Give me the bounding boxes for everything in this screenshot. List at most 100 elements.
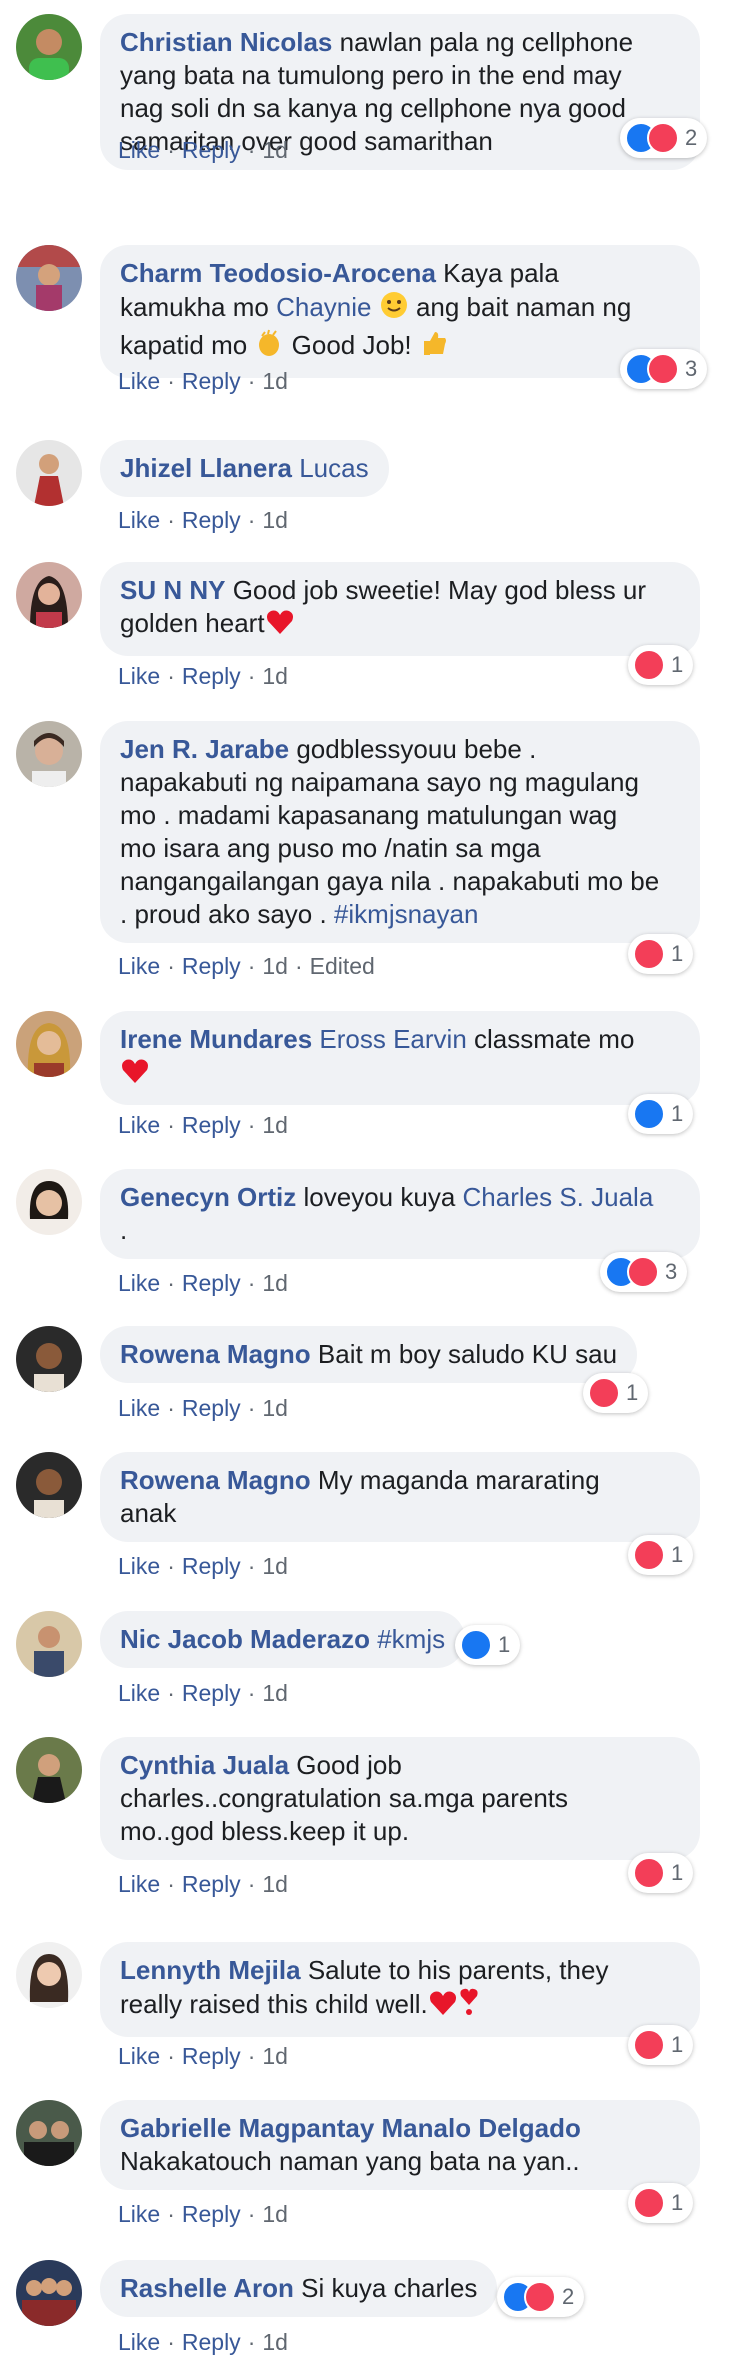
like-link[interactable]: Like: [118, 1112, 160, 1138]
reaction-summary[interactable]: 1: [628, 1094, 694, 1134]
reply-link[interactable]: Reply: [182, 1270, 241, 1296]
reaction-summary[interactable]: 1: [628, 1853, 694, 1893]
avatar[interactable]: [16, 2260, 82, 2326]
reaction-summary[interactable]: 1: [455, 1625, 521, 1665]
like-link[interactable]: Like: [118, 1270, 160, 1296]
reply-link[interactable]: Reply: [182, 2329, 241, 2355]
mention-link[interactable]: Chaynie: [276, 292, 371, 322]
like-link[interactable]: Like: [118, 1871, 160, 1897]
like-link[interactable]: Like: [118, 1680, 160, 1706]
avatar[interactable]: [16, 245, 82, 311]
avatar[interactable]: [16, 1611, 82, 1677]
reply-link[interactable]: Reply: [182, 1553, 241, 1579]
reaction-summary[interactable]: 1: [628, 2183, 694, 2223]
commenter-name[interactable]: Rowena Magno: [120, 1339, 311, 1369]
reaction-summary[interactable]: 3: [620, 349, 708, 389]
mention-link[interactable]: Charles S. Juala: [463, 1182, 654, 1212]
timestamp[interactable]: 1d: [262, 1871, 288, 1897]
reaction-summary[interactable]: 2: [497, 2277, 585, 2317]
timestamp[interactable]: 1d: [262, 507, 288, 533]
hashtag-link[interactable]: #kmjs: [377, 1624, 445, 1654]
avatar[interactable]: [16, 1942, 82, 2008]
commenter-name[interactable]: Lennyth Mejila: [120, 1955, 301, 1985]
like-link[interactable]: Like: [118, 953, 160, 979]
like-link[interactable]: Like: [118, 1395, 160, 1421]
avatar[interactable]: [16, 14, 82, 80]
commenter-name[interactable]: Genecyn Ortiz: [120, 1182, 296, 1212]
timestamp[interactable]: 1d: [262, 137, 288, 163]
timestamp[interactable]: 1d: [262, 2201, 288, 2227]
hashtag-link[interactable]: #ikmjsnayan: [334, 899, 479, 929]
reply-link[interactable]: Reply: [182, 953, 241, 979]
comment-text: nawlan pala ng cellphone: [339, 27, 634, 57]
timestamp[interactable]: 1d: [262, 1270, 288, 1296]
avatar[interactable]: [16, 1011, 82, 1077]
timestamp[interactable]: 1d: [262, 2043, 288, 2069]
avatar[interactable]: [16, 562, 82, 628]
reply-link[interactable]: Reply: [182, 663, 241, 689]
reply-link[interactable]: Reply: [182, 507, 241, 533]
timestamp[interactable]: 1d: [262, 1553, 288, 1579]
reaction-summary[interactable]: 2: [620, 118, 708, 158]
like-link[interactable]: Like: [118, 1553, 160, 1579]
reaction-summary[interactable]: 1: [628, 645, 694, 685]
timestamp[interactable]: 1d: [262, 1680, 288, 1706]
commenter-name[interactable]: Rowena Magno: [120, 1465, 311, 1495]
reaction-summary[interactable]: 1: [628, 934, 694, 974]
like-link[interactable]: Like: [118, 368, 160, 394]
reaction-summary[interactable]: 1: [583, 1373, 649, 1413]
avatar[interactable]: [16, 1169, 82, 1235]
reaction-summary[interactable]: 1: [628, 2025, 694, 2065]
commenter-name[interactable]: Gabrielle Magpantay Manalo Delgado: [120, 2113, 581, 2143]
avatar[interactable]: [16, 2100, 82, 2166]
reply-link[interactable]: Reply: [182, 1395, 241, 1421]
commenter-name[interactable]: Rashelle Aron: [120, 2273, 294, 2303]
timestamp[interactable]: 1d: [262, 368, 288, 394]
reply-link[interactable]: Reply: [182, 2201, 241, 2227]
timestamp[interactable]: 1d: [262, 1395, 288, 1421]
commenter-name[interactable]: Irene Mundares: [120, 1024, 312, 1054]
reply-link[interactable]: Reply: [182, 1680, 241, 1706]
mention-link[interactable]: Lucas: [299, 453, 368, 483]
mention-link[interactable]: Eross Earvin: [319, 1024, 466, 1054]
timestamp[interactable]: 1d: [262, 1112, 288, 1138]
like-link[interactable]: Like: [118, 137, 160, 163]
edited-label[interactable]: Edited: [310, 953, 375, 979]
comment-text: mo . madami kapasanang matulungan wag: [120, 800, 618, 830]
avatar[interactable]: [16, 721, 82, 787]
reply-link[interactable]: Reply: [182, 137, 241, 163]
commenter-name[interactable]: Christian Nicolas: [120, 27, 332, 57]
timestamp[interactable]: 1d: [262, 953, 288, 979]
commenter-name[interactable]: SU N NY: [120, 575, 225, 605]
reply-link[interactable]: Reply: [182, 1112, 241, 1138]
reply-link[interactable]: Reply: [182, 368, 241, 394]
love-icon: [633, 2187, 665, 2219]
commenter-name[interactable]: Nic Jacob Maderazo: [120, 1624, 370, 1654]
comment-text: .: [120, 1215, 128, 1245]
avatar[interactable]: [16, 1737, 82, 1803]
reply-link[interactable]: Reply: [182, 1871, 241, 1897]
commenter-name[interactable]: Jen R. Jarabe: [120, 734, 289, 764]
like-link[interactable]: Like: [118, 663, 160, 689]
reaction-count: 1: [671, 1542, 684, 1567]
timestamp[interactable]: 1d: [262, 2329, 288, 2355]
commenter-name[interactable]: Cynthia Juala: [120, 1750, 289, 1780]
comment-bubble: Rowena Magno My maganda mararating anak: [100, 1452, 700, 1542]
comment-text: Kaya pala: [443, 258, 559, 288]
avatar[interactable]: [16, 1452, 82, 1518]
like-link[interactable]: Like: [118, 2201, 160, 2227]
like-link[interactable]: Like: [118, 2329, 160, 2355]
commenter-name[interactable]: Jhizel Llanera: [120, 453, 292, 483]
reaction-summary[interactable]: 3: [600, 1252, 688, 1292]
reaction-summary[interactable]: 1: [628, 1535, 694, 1575]
comment-text: napakabuti ng naipamana sayo ng magulang: [120, 767, 639, 797]
like-link[interactable]: Like: [118, 507, 160, 533]
reaction-count: 1: [498, 1632, 511, 1657]
reply-link[interactable]: Reply: [182, 2043, 241, 2069]
timestamp[interactable]: 1d: [262, 663, 288, 689]
avatar[interactable]: [16, 1326, 82, 1392]
commenter-name[interactable]: Charm Teodosio-Arocena: [120, 258, 436, 288]
comment-text: Good Job!: [291, 330, 412, 360]
like-link[interactable]: Like: [118, 2043, 160, 2069]
avatar[interactable]: [16, 440, 82, 506]
